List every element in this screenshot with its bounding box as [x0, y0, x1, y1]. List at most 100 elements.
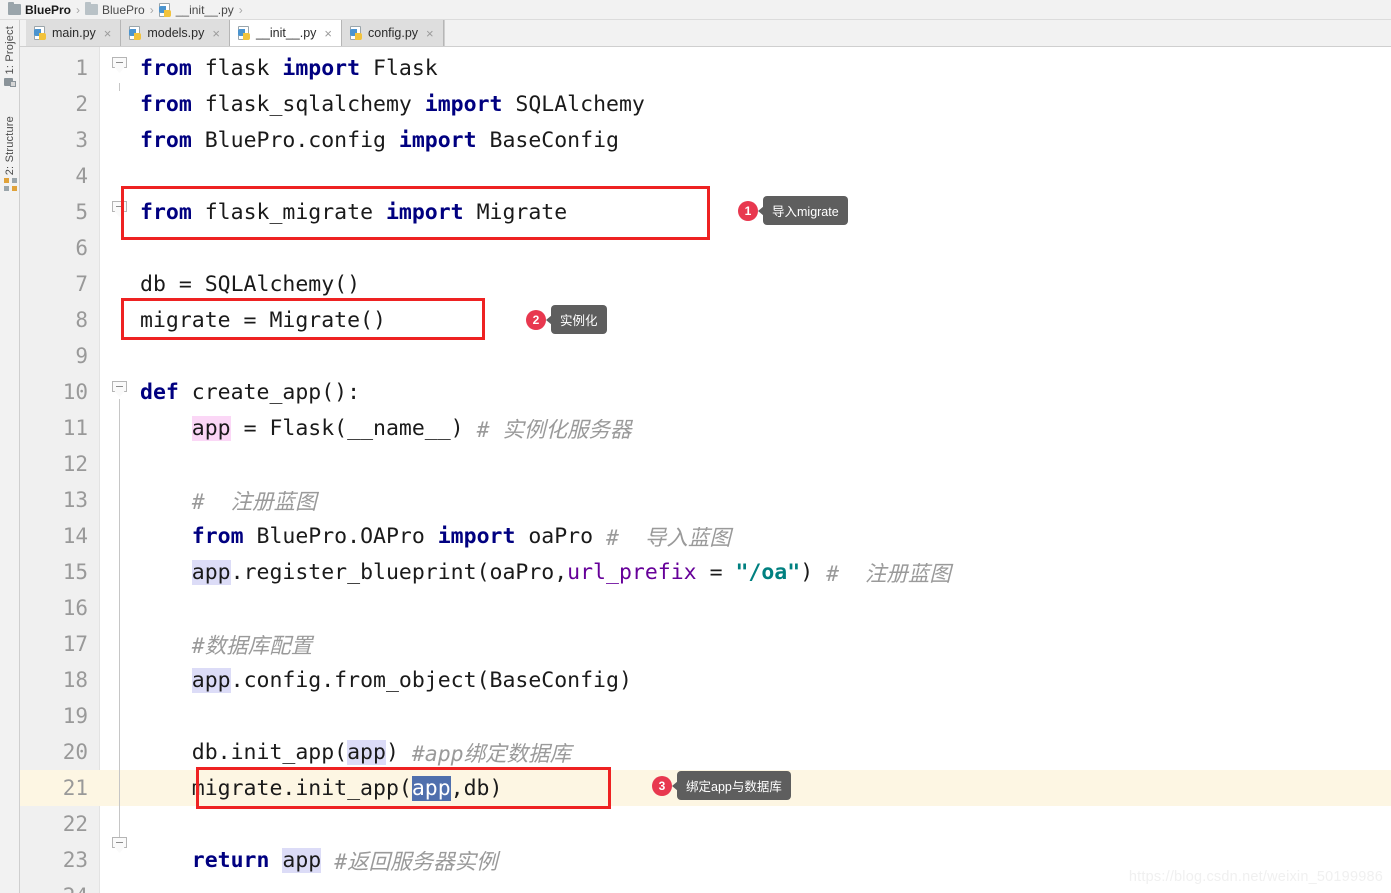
line-code-text: # 注册蓝图: [140, 482, 317, 518]
close-icon[interactable]: ×: [104, 27, 112, 40]
code-line-1[interactable]: 1 from flask import Flask: [20, 50, 1391, 86]
code-line-17[interactable]: 17 #数据库配置: [20, 626, 1391, 662]
line-number: 22: [62, 812, 88, 836]
code-line-18[interactable]: 18 app .config.from_object(BaseConfig): [20, 662, 1391, 698]
line-code-text: db.init_app(app) #app绑定数据库: [140, 734, 571, 770]
code-token-kw: from: [191, 523, 257, 549]
code-line-5[interactable]: 5 from flask_migrate import Migrate: [20, 194, 1391, 230]
code-token: migrate.init_app(: [140, 775, 412, 801]
line-code-text: app .register_blueprint(oaPro, url_prefix …: [140, 554, 951, 590]
editor-tab-main-py[interactable]: main.py ×: [26, 20, 122, 46]
editor-tab-label: __init__.py: [255, 26, 317, 40]
code-token-kw: import: [385, 199, 477, 225]
editor-tab--init-py[interactable]: __init__.py ×: [229, 20, 343, 46]
fold-marker-line5[interactable]: [112, 201, 129, 218]
line-number: 5: [75, 200, 88, 224]
code-line-10[interactable]: 10 def create_app():: [20, 374, 1391, 410]
code-line-4[interactable]: 4: [20, 158, 1391, 194]
code-line-3[interactable]: 3 from BluePro.config import BaseConfig: [20, 122, 1391, 158]
code-line-6[interactable]: 6: [20, 230, 1391, 266]
code-line-9[interactable]: 9: [20, 338, 1391, 374]
code-token-kw: import: [437, 523, 529, 549]
line-number: 14: [62, 524, 88, 548]
breadcrumb-item-0[interactable]: BluePro: [8, 2, 71, 17]
line-number: 13: [62, 488, 88, 512]
code-token: create_app():: [191, 379, 361, 405]
breadcrumb-item-label: BluePro: [102, 2, 145, 17]
breadcrumb: BluePro › BluePro › __init__.py ›: [0, 0, 1391, 20]
line-code-text: from flask import Flask: [140, 50, 438, 86]
watermark: https://blog.csdn.net/weixin_50199986: [1128, 869, 1383, 885]
line-code-highlight: [140, 590, 1391, 626]
line-number: 12: [62, 452, 88, 476]
line-code-highlight: [140, 806, 1391, 842]
close-icon[interactable]: ×: [212, 27, 220, 40]
sidebar-item-structure[interactable]: 2: Structure: [0, 116, 20, 192]
editor-tab-label: models.py: [147, 26, 205, 40]
code-token: BluePro.OAPro: [256, 523, 438, 549]
code-token-cmt: # 注册蓝图: [826, 561, 951, 587]
sidebar-item-project[interactable]: 1: Project: [0, 26, 20, 88]
breadcrumb-item-1[interactable]: BluePro: [85, 2, 145, 17]
code-token: migrate = Migrate(): [140, 307, 386, 333]
code-token: flask_sqlalchemy: [204, 91, 425, 117]
tool-window-rail: 1: Project 2: Structure: [0, 20, 20, 893]
close-icon[interactable]: ×: [324, 27, 332, 40]
code-line-7[interactable]: 7 db = SQLAlchemy(): [20, 266, 1391, 302]
code-line-14[interactable]: 14 from BluePro.OAPro import oaPro # 导入蓝…: [20, 518, 1391, 554]
fold-guide-line-body: [119, 399, 120, 839]
line-code-highlight: [140, 158, 1391, 194]
line-code-text: return app #返回服务器实例: [140, 842, 498, 878]
line-number: 1: [75, 56, 88, 80]
code-line-20[interactable]: 20 db.init_app(app) #app绑定数据库: [20, 734, 1391, 770]
code-line-22[interactable]: 22: [20, 806, 1391, 842]
breadcrumb-item-2[interactable]: __init__.py: [158, 2, 234, 17]
line-code-text: migrate = Migrate(): [140, 302, 386, 338]
folder-icon: [8, 2, 21, 15]
code-token: Migrate: [476, 199, 568, 225]
editor-tab-label: main.py: [52, 26, 96, 40]
callout-2-label: 实例化: [551, 305, 607, 334]
code-token-kw: from: [140, 91, 205, 117]
sidebar-item-project-label: 1: Project: [4, 26, 16, 75]
callout-3-badge: 3: [652, 775, 672, 796]
breadcrumb-item-label: __init__.py: [175, 2, 234, 17]
editor-tab-config-py[interactable]: config.py ×: [342, 20, 444, 46]
code-line-13[interactable]: 13 # 注册蓝图: [20, 482, 1391, 518]
code-editor[interactable]: 1 from flask import Flask 2 from flask_sqla…: [20, 47, 1391, 893]
editor-tab-models-py[interactable]: models.py ×: [121, 20, 230, 46]
code-token-kw: from: [140, 199, 205, 225]
code-line-2[interactable]: 2 from flask_sqlalchemy import SQLAlchemy: [20, 86, 1391, 122]
fold-marker-line10[interactable]: [112, 381, 129, 398]
line-code-text: def create_app():: [140, 374, 360, 410]
line-code-text: app .config.from_object(BaseConfig): [140, 662, 632, 698]
python-file-icon: [158, 2, 172, 17]
code-line-16[interactable]: 16: [20, 590, 1391, 626]
line-number: 10: [62, 380, 88, 404]
python-file-icon: [129, 26, 142, 40]
code-line-19[interactable]: 19: [20, 698, 1391, 734]
code-token-sel: app: [411, 775, 451, 801]
line-number: 15: [62, 560, 88, 584]
code-token: = Flask(__name__): [230, 415, 477, 441]
code-line-8[interactable]: 8 migrate = Migrate(): [20, 302, 1391, 338]
line-number: 7: [75, 272, 88, 296]
code-line-15[interactable]: 15 app .register_blueprint(oaPro, url_pref…: [20, 554, 1391, 590]
code-token: ): [385, 739, 412, 765]
line-number: 20: [62, 740, 88, 764]
fold-marker-line23[interactable]: [112, 837, 129, 854]
close-icon[interactable]: ×: [426, 27, 434, 40]
code-token-occ-lav: app: [282, 847, 322, 873]
code-line-12[interactable]: 12: [20, 446, 1391, 482]
line-number: 9: [75, 344, 88, 368]
code-token-str: "/oa": [735, 559, 801, 585]
line-number: 2: [75, 92, 88, 116]
fold-marker-line1[interactable]: [112, 57, 129, 74]
pycharm-editor-window: BluePro › BluePro › __init__.py › main.py × mod…: [0, 0, 1391, 893]
fold-guide-line: [119, 83, 120, 91]
editor-tab-label: config.py: [368, 26, 419, 40]
code-line-11[interactable]: 11 app = Flask(__name__) # 实例化服务器: [20, 410, 1391, 446]
